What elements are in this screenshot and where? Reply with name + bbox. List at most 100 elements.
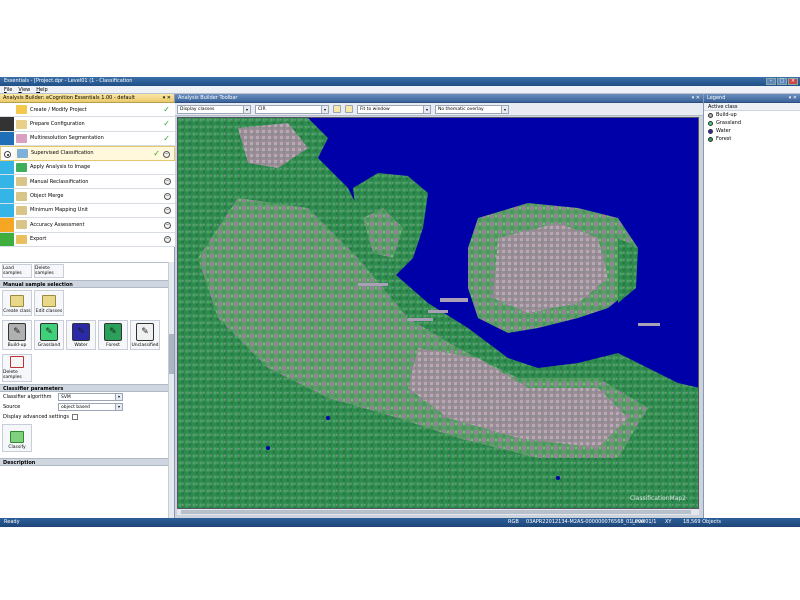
workflow-steps: Create / Modify Project ✓ Prepare Configur… — [0, 103, 175, 247]
minimize-button[interactable]: – — [766, 78, 776, 85]
overlay-select-value: No thematic overlay — [438, 106, 484, 112]
check-icon: ✓ — [163, 105, 170, 114]
source-select[interactable]: object based ▾ — [58, 403, 123, 411]
status-objects: 18,569 Objects — [683, 519, 721, 525]
load-samples-label: Load samples — [3, 266, 22, 276]
outline-toggle-button[interactable] — [345, 105, 353, 113]
workflow-step[interactable]: Multiresolution Segmentation ✓ — [0, 131, 175, 147]
class-tile-label: Build-up — [7, 343, 27, 348]
close-button[interactable]: × — [788, 78, 798, 85]
analysis-builder-panel: Analysis Builder: eCognition Essentials … — [0, 94, 175, 518]
chevron-down-icon: ▾ — [501, 105, 508, 113]
brush-icon: ✎ — [136, 323, 154, 341]
legend-panel: Legend ▾ ✕ Active class Build-up Grasslan… — [703, 94, 800, 518]
step-color-bar — [0, 203, 14, 218]
collapse-icon[interactable]: – — [164, 207, 171, 215]
step-icon — [16, 191, 27, 201]
legend-item[interactable]: Forest — [704, 135, 800, 143]
class-tile-grassland[interactable]: ✎ Grassland — [34, 320, 64, 350]
step-icon — [16, 162, 27, 172]
legend-item[interactable]: Water — [704, 127, 800, 135]
status-level: Level01/1 — [632, 519, 657, 525]
collapse-icon[interactable]: – — [163, 150, 170, 158]
step-label: Apply Analysis to Image — [30, 164, 91, 171]
class-tile-label: Water — [74, 343, 88, 348]
delete-samples-top-button[interactable]: Delete samples — [34, 264, 64, 278]
collapse-icon[interactable]: – — [164, 178, 171, 186]
workflow-step[interactable]: Create / Modify Project ✓ — [0, 103, 175, 118]
classifier-algorithm-label: Classifier algorithm — [3, 394, 52, 400]
class-tile-build-up[interactable]: ✎ Build-up — [2, 320, 32, 350]
mode-select[interactable]: CIR ▾ — [255, 104, 329, 114]
class-tile-water[interactable]: ✎ Water — [66, 320, 96, 350]
step-color-bar — [0, 232, 14, 246]
scrollbar-thumb[interactable] — [169, 334, 174, 374]
collapse-icon[interactable]: – — [164, 221, 171, 229]
collapse-icon[interactable]: – — [164, 236, 171, 244]
delete-samples-icon — [10, 356, 24, 368]
class-tile-unclassified[interactable]: ✎ Unclassified — [130, 320, 160, 350]
delete-samples-button[interactable]: Delete samples — [2, 354, 32, 382]
load-samples-button[interactable]: Load samples — [2, 264, 32, 278]
map-horizontal-scrollbar[interactable] — [177, 509, 699, 515]
edit-classes-button[interactable]: Edit classes — [34, 290, 64, 316]
workflow-step[interactable]: Manual Reclassification – — [0, 174, 175, 190]
left-panel-scrollbar[interactable] — [168, 262, 174, 518]
step-icon — [16, 105, 27, 115]
status-ready: Ready — [4, 519, 20, 525]
advanced-settings-checkbox[interactable] — [71, 414, 78, 420]
legend-header: Active class — [704, 103, 800, 111]
class-tile-forest[interactable]: ✎ Forest — [98, 320, 128, 350]
classify-button[interactable]: Classify — [2, 424, 32, 452]
legend-controls[interactable]: ▾ ✕ — [789, 94, 797, 103]
workflow-step[interactable]: Accuracy Assessment – — [0, 218, 175, 233]
menu-help[interactable]: Help — [36, 87, 47, 93]
workflow-step[interactable]: Object Merge – — [0, 189, 175, 204]
main-panel-controls[interactable]: ▾ ✕ — [692, 94, 700, 103]
chevron-down-icon: ▾ — [115, 394, 122, 400]
main-panel-title-bar: Analysis Builder Toolbar ▾ ✕ — [175, 94, 703, 103]
menu-view[interactable]: View — [18, 87, 30, 93]
create-class-label: Create class — [3, 309, 31, 314]
menu-file[interactable]: File — [4, 87, 12, 93]
step-label: Export — [30, 236, 47, 243]
status-bar: Ready RGB 03APR22012134-M2AS-00000007656… — [0, 518, 800, 527]
application-window: Essentials - [Project.dpr - Level01 (1 -… — [0, 77, 800, 527]
zoom-select-value: Fit to window — [360, 106, 390, 112]
classifier-algorithm-select[interactable]: SVM ▾ — [58, 393, 123, 401]
legend-item[interactable]: Grassland — [704, 119, 800, 127]
chevron-down-icon: ▾ — [321, 105, 328, 113]
check-icon: ✓ — [163, 119, 170, 129]
chevron-down-icon: ▾ — [243, 105, 250, 113]
classification-map[interactable]: ClassificationMap2 — [177, 117, 699, 509]
brush-icon: ✎ — [8, 323, 26, 341]
panel-controls[interactable]: ▾ ✕ — [163, 94, 171, 103]
step-color-bar — [0, 160, 14, 174]
workflow-step[interactable]: Supervised Classification ✓ – — [0, 146, 175, 161]
map-scrollbar-thumb[interactable] — [181, 510, 691, 514]
step-icon — [16, 119, 27, 129]
workflow-step[interactable]: Apply Analysis to Image — [0, 160, 175, 175]
zoom-select[interactable]: Fit to window ▾ — [357, 104, 431, 114]
legend-item[interactable]: Build-up — [704, 111, 800, 119]
advanced-settings-row: Display advanced settings — [0, 412, 168, 422]
create-class-button[interactable]: Create class — [2, 290, 32, 316]
layer-toggle-button[interactable] — [333, 105, 341, 113]
step-icon — [16, 133, 27, 143]
step-icon — [17, 148, 28, 158]
legend-title-bar: Legend ▾ ✕ — [704, 94, 800, 103]
step-label: Manual Reclassification — [30, 178, 89, 185]
chevron-down-icon: ▾ — [423, 105, 430, 113]
workflow-step[interactable]: Export – — [0, 232, 175, 247]
display-select[interactable]: Display classes ▾ — [177, 104, 251, 114]
advanced-settings-label: Display advanced settings — [3, 414, 69, 420]
overlay-select[interactable]: No thematic overlay ▾ — [435, 104, 509, 114]
step-label: Supervised Classification — [31, 150, 94, 157]
workflow-step[interactable]: Minimum Mapping Unit – — [0, 203, 175, 219]
collapse-icon[interactable]: – — [164, 192, 171, 200]
step-icon — [16, 220, 27, 230]
maximize-button[interactable]: □ — [777, 78, 787, 85]
legend-color-swatch — [708, 128, 713, 134]
workflow-step[interactable]: Prepare Configuration ✓ — [0, 117, 175, 132]
chevron-down-icon: ▾ — [115, 404, 122, 410]
